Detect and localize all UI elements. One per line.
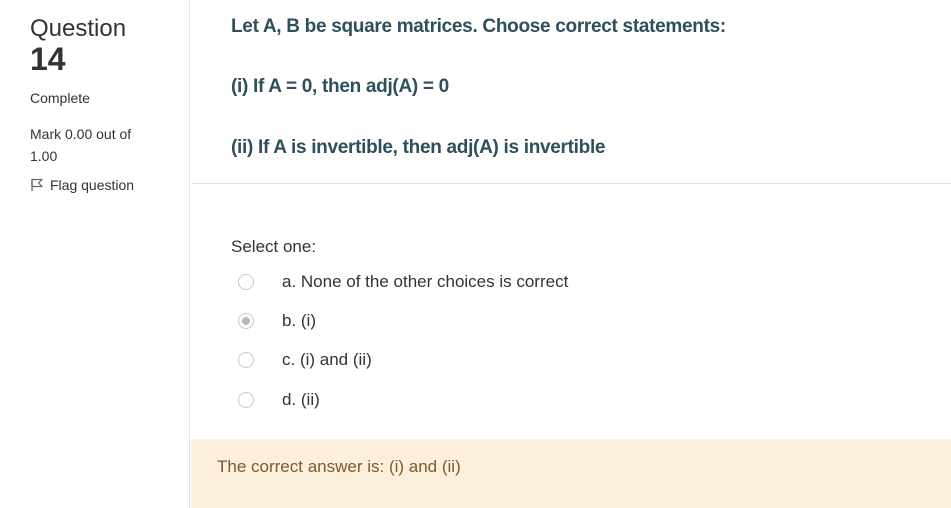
question-statement-i: (i) If A = 0, then adj(A) = 0 [231, 76, 449, 97]
question-info-panel: Question 14 Complete Mark 0.00 out of 1.… [0, 0, 190, 508]
radio-button-selected[interactable] [238, 313, 254, 329]
question-page: Question 14 Complete Mark 0.00 out of 1.… [0, 0, 951, 508]
question-state: Complete [30, 90, 90, 106]
answer-option-a[interactable]: a. None of the other choices is correct [238, 270, 568, 294]
flag-question-link[interactable]: Flag question [30, 177, 134, 193]
radio-button[interactable] [238, 392, 254, 408]
feedback-box: The correct answer is: (i) and (ii) [191, 439, 951, 508]
question-statement: Let A, B be square matrices. Choose corr… [231, 16, 726, 37]
question-text: Let A, B be square matrices. Choose corr… [191, 0, 951, 184]
answer-option-label: c. (i) and (ii) [282, 350, 372, 369]
question-number: 14 [30, 41, 66, 77]
answer-option-d[interactable]: d. (ii) [238, 388, 320, 412]
radio-button[interactable] [238, 274, 254, 290]
radio-button[interactable] [238, 352, 254, 368]
question-grade: Mark 0.00 out of 1.00 [30, 126, 132, 164]
answer-option-label: b. (i) [282, 311, 316, 330]
flag-question-label: Flag question [50, 177, 135, 193]
answer-option-c[interactable]: c. (i) and (ii) [238, 348, 372, 372]
answer-option-label: d. (ii) [282, 390, 320, 409]
answer-option-b[interactable]: b. (i) [238, 309, 316, 333]
flag-icon [31, 178, 43, 191]
correct-answer-text: The correct answer is: (i) and (ii) [217, 457, 461, 476]
answer-prompt: Select one: [231, 237, 317, 256]
question-statement-ii: (ii) If A is invertible, then adj(A) is … [231, 137, 606, 158]
answer-option-label: a. None of the other choices is correct [282, 272, 569, 291]
question-label: Question [30, 15, 127, 42]
